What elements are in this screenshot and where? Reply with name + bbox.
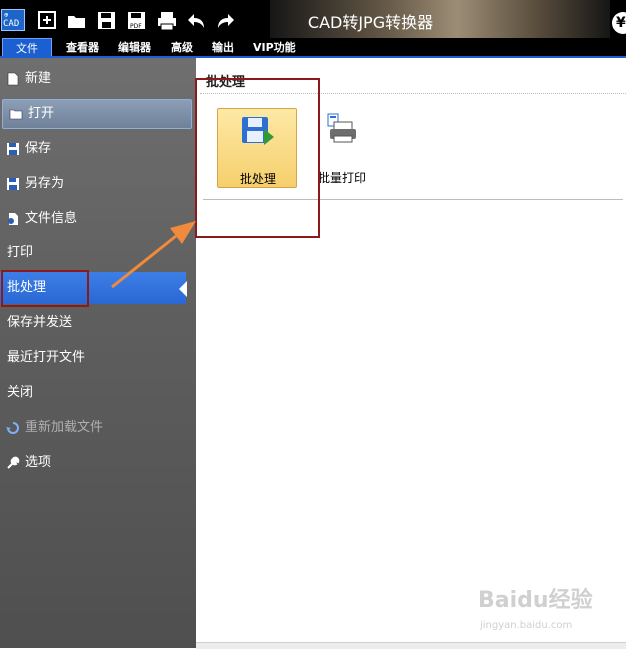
sidebar-item-print[interactable]: 打印 <box>0 237 196 269</box>
sidebar-item-options[interactable]: 选项 <box>0 447 196 479</box>
new-file-icon <box>7 72 19 86</box>
sidebar-item-label: 打印 <box>7 245 34 260</box>
sidebar-item-file-info[interactable]: 文件信息 <box>0 203 196 235</box>
title-bar: ⊕ CAD PDF CAD转JPG转换器 ¥ <box>0 0 626 38</box>
wrench-icon <box>7 456 20 469</box>
sidebar-item-open[interactable]: 打开 <box>2 99 192 129</box>
batch-print-button[interactable]: 批量打印 <box>316 108 368 188</box>
sidebar-item-label: 关闭 <box>7 385 34 400</box>
watermark-logo: Baidu经验 <box>478 588 593 613</box>
window-title: CAD转JPG转换器 <box>307 13 434 32</box>
file-backstage-sidebar: 新建 打开 保存 另存为 文件信息 打印 批处理 保存并发送 最近打开文件 关闭 <box>0 58 196 648</box>
menu-advanced[interactable]: 高级 <box>171 38 193 58</box>
open-folder-icon <box>9 109 23 120</box>
sidebar-item-save-and-send[interactable]: 保存并发送 <box>0 307 196 339</box>
sidebar-item-save[interactable]: 保存 <box>0 133 196 165</box>
menu-file[interactable]: 文件 <box>2 38 52 58</box>
annotation-box-content <box>195 78 320 238</box>
menu-editor[interactable]: 编辑器 <box>118 38 151 58</box>
menu-viewer[interactable]: 查看器 <box>66 38 99 58</box>
sidebar-item-label: 新建 <box>25 71 52 86</box>
annotation-box-sidebar <box>1 270 89 307</box>
save-icon <box>7 143 19 155</box>
batch-print-icon <box>327 113 356 143</box>
sidebar-item-label: 最近打开文件 <box>7 350 86 365</box>
sidebar-item-label: 选项 <box>25 455 52 470</box>
menu-bar: 文件 查看器 编辑器 高级 输出 VIP功能 <box>0 38 626 58</box>
sidebar-item-label: 保存 <box>25 141 52 156</box>
watermark-url: jingyan.baidu.com <box>480 620 573 631</box>
batch-print-label: 批量打印 <box>317 171 366 185</box>
sidebar-item-label: 重新加载文件 <box>25 420 104 435</box>
reload-icon <box>6 422 19 434</box>
sidebar-item-label: 文件信息 <box>25 211 78 226</box>
sidebar-item-reload: 重新加载文件 <box>0 412 196 444</box>
sidebar-item-label: 另存为 <box>25 176 65 191</box>
sidebar-item-recent-files[interactable]: 最近打开文件 <box>0 342 196 374</box>
sidebar-item-label: 打开 <box>28 106 55 121</box>
sidebar-item-save-as[interactable]: 另存为 <box>0 168 196 200</box>
sidebar-item-new[interactable]: 新建 <box>0 63 196 95</box>
save-as-icon <box>7 178 19 190</box>
menu-vip[interactable]: VIP功能 <box>253 38 296 58</box>
sidebar-item-close[interactable]: 关闭 <box>0 377 196 409</box>
file-info-icon <box>8 213 18 225</box>
sidebar-item-label: 保存并发送 <box>7 315 73 330</box>
menu-output[interactable]: 输出 <box>212 38 234 58</box>
